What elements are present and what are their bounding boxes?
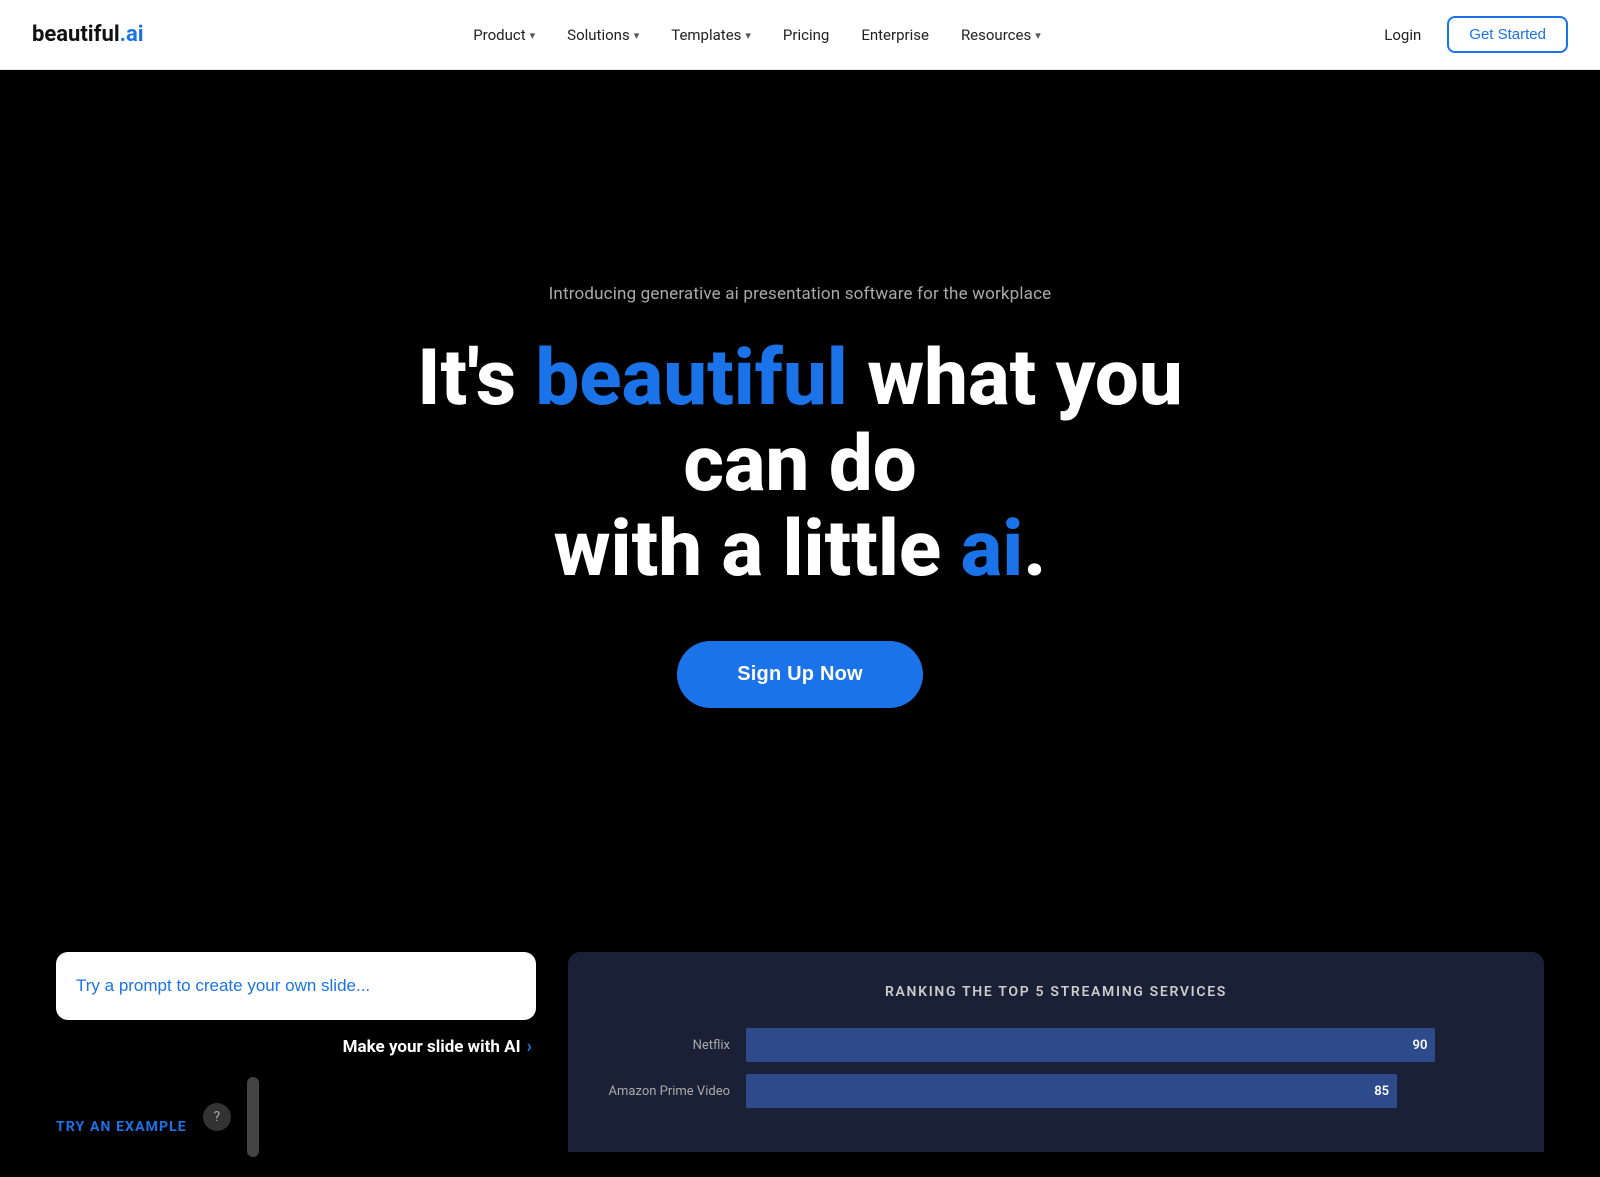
nav-right: Login Get Started bbox=[1370, 16, 1568, 53]
headline-part4: . bbox=[1023, 504, 1046, 595]
nav-item-solutions[interactable]: Solutions ▾ bbox=[553, 18, 653, 52]
chevron-down-icon: ▾ bbox=[745, 29, 751, 42]
scrollbar-indicator bbox=[247, 1077, 259, 1157]
hero-headline: It's beautiful what you can do with a li… bbox=[350, 336, 1250, 593]
make-slide-button[interactable]: Make your slide with AI › bbox=[56, 1020, 536, 1057]
chevron-down-icon: ▾ bbox=[634, 29, 640, 42]
chart-panel: RANKING THE TOP 5 STREAMING SERVICES Net… bbox=[568, 952, 1544, 1152]
logo-text: beautiful bbox=[32, 22, 120, 47]
logo-ai: ai bbox=[126, 22, 144, 47]
nav-item-product[interactable]: Product ▾ bbox=[459, 18, 549, 52]
chart-bar-amazon: 85 bbox=[746, 1074, 1397, 1108]
nav-item-enterprise[interactable]: Enterprise bbox=[847, 18, 943, 52]
signup-button[interactable]: Sign Up Now bbox=[677, 641, 923, 708]
hero-section: Introducing generative ai presentation s… bbox=[0, 0, 1600, 952]
chart-row-netflix: Netflix 90 bbox=[600, 1028, 1512, 1062]
nav-label-pricing: Pricing bbox=[783, 26, 829, 44]
chart-bar-netflix: 90 bbox=[746, 1028, 1435, 1062]
headline-highlight2: ai bbox=[961, 504, 1024, 595]
make-slide-label: Make your slide with AI bbox=[343, 1037, 521, 1057]
headline-part1: It's bbox=[417, 333, 535, 424]
nav-label-solutions: Solutions bbox=[567, 26, 630, 44]
arrow-right-icon: › bbox=[527, 1036, 532, 1057]
nav-links: Product ▾ Solutions ▾ Templates ▾ Pricin… bbox=[459, 18, 1055, 52]
help-icon[interactable]: ? bbox=[203, 1103, 231, 1131]
chart-value-netflix: 90 bbox=[1413, 1038, 1428, 1053]
nav-label-resources: Resources bbox=[961, 26, 1031, 44]
nav-item-resources[interactable]: Resources ▾ bbox=[947, 18, 1055, 52]
hero-subtitle: Introducing generative ai presentation s… bbox=[549, 284, 1052, 304]
nav-item-templates[interactable]: Templates ▾ bbox=[657, 18, 765, 52]
chart-bar-container-amazon: 85 bbox=[746, 1074, 1512, 1108]
chart-bar-container-netflix: 90 bbox=[746, 1028, 1512, 1062]
headline-part3: with a little bbox=[554, 504, 961, 595]
bottom-section: Make your slide with AI › TRY AN EXAMPLE… bbox=[0, 952, 1600, 1177]
bottom-left-row: TRY AN EXAMPLE ? bbox=[56, 1057, 536, 1157]
chevron-down-icon: ▾ bbox=[1035, 29, 1041, 42]
chart-label-amazon: Amazon Prime Video bbox=[600, 1084, 730, 1099]
nav-label-templates: Templates bbox=[671, 26, 741, 44]
ai-panel: Make your slide with AI › TRY AN EXAMPLE… bbox=[56, 952, 536, 1177]
chart-value-amazon: 85 bbox=[1374, 1084, 1389, 1099]
nav-label-product: Product bbox=[473, 26, 525, 44]
chart-title: RANKING THE TOP 5 STREAMING SERVICES bbox=[600, 984, 1512, 1000]
chevron-down-icon: ▾ bbox=[530, 29, 536, 42]
ai-prompt-input[interactable] bbox=[76, 976, 516, 996]
headline-highlight1: beautiful bbox=[535, 333, 847, 424]
logo[interactable]: beautiful.ai bbox=[32, 22, 144, 47]
login-button[interactable]: Login bbox=[1370, 18, 1435, 52]
ai-input-box bbox=[56, 952, 536, 1020]
try-example-link[interactable]: TRY AN EXAMPLE bbox=[56, 1099, 187, 1135]
nav-item-pricing[interactable]: Pricing bbox=[769, 18, 843, 52]
chart-rows: Netflix 90 Amazon Prime Video 85 bbox=[600, 1028, 1512, 1108]
nav-label-enterprise: Enterprise bbox=[861, 26, 929, 44]
chart-row-amazon: Amazon Prime Video 85 bbox=[600, 1074, 1512, 1108]
chart-label-netflix: Netflix bbox=[600, 1038, 730, 1053]
navigation: beautiful.ai Product ▾ Solutions ▾ Templ… bbox=[0, 0, 1600, 70]
get-started-button[interactable]: Get Started bbox=[1447, 16, 1568, 53]
